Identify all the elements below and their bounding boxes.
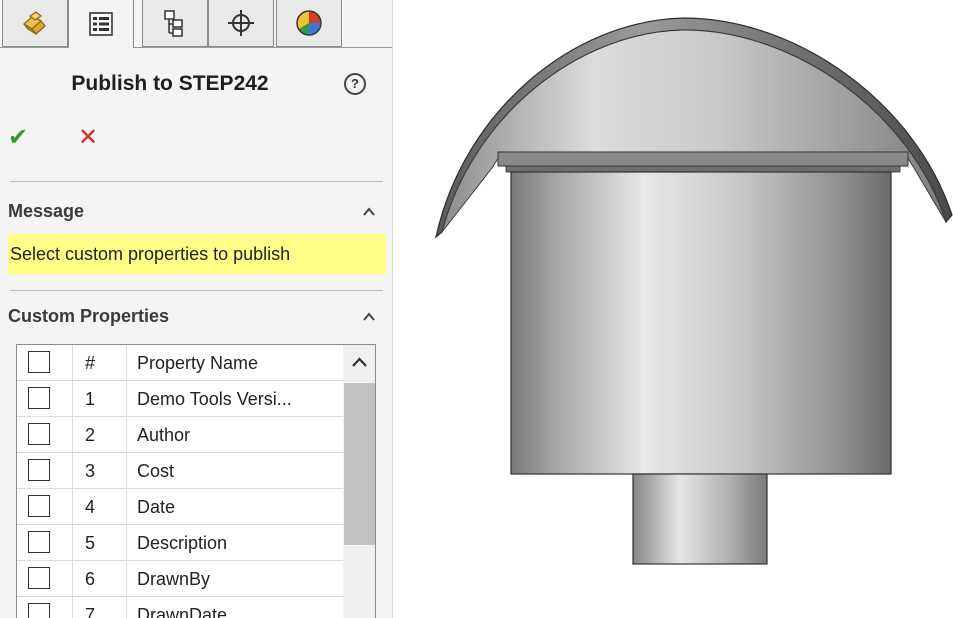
property-manager-panel: Publish to STEP242 ? ✔ ✕ Message Select … [0, 0, 393, 618]
row-checkbox[interactable] [28, 495, 50, 517]
message-text: Select custom properties to publish [8, 234, 386, 274]
help-icon[interactable]: ? [344, 73, 366, 95]
table-row: 2 Author [17, 417, 343, 453]
panel-header: Publish to STEP242 ? [0, 64, 392, 110]
tab-feature-manager[interactable] [2, 0, 68, 47]
property-name: DrawnDate [137, 605, 228, 618]
property-name: Cost [137, 461, 175, 481]
row-checkbox[interactable] [28, 387, 50, 409]
checkbox-cell [17, 489, 73, 525]
chevron-up-icon[interactable] [362, 309, 376, 323]
row-checkbox[interactable] [28, 459, 50, 481]
table-scrollbar[interactable] [343, 345, 375, 618]
row-number: 4 [73, 489, 127, 525]
table-row: 7 DrawnDate [17, 597, 343, 618]
property-name: Description [137, 533, 228, 553]
checkbox-cell [17, 597, 73, 618]
property-name: Date [137, 497, 176, 517]
table-row: 3 Cost [17, 453, 343, 489]
row-checkbox[interactable] [28, 603, 50, 618]
checkbox-cell [17, 525, 73, 561]
property-name: Demo Tools Versi... [137, 389, 292, 409]
scrollbar-thumb[interactable] [344, 383, 375, 545]
row-number: 5 [73, 525, 127, 561]
property-manager-icon [88, 11, 114, 37]
part-model [435, 17, 953, 565]
row-checkbox[interactable] [28, 567, 50, 589]
table-header-row: # Property Name [17, 345, 343, 381]
tab-dimxpert-manager[interactable] [208, 0, 274, 47]
tab-bar-divider [0, 47, 392, 48]
dimxpert-manager-icon [226, 8, 256, 38]
table-row: 4 Date [17, 489, 343, 525]
divider [10, 290, 383, 291]
message-group-title[interactable]: Message [8, 201, 84, 222]
scroll-up-arrow-icon[interactable] [343, 345, 375, 381]
select-all-checkbox[interactable] [28, 351, 50, 373]
manager-tab-bar [0, 0, 392, 48]
tab-property-manager[interactable] [68, 0, 134, 48]
row-checkbox[interactable] [28, 423, 50, 445]
row-number: 7 [73, 597, 127, 618]
divider [10, 181, 383, 182]
ok-check-icon[interactable]: ✔ [8, 122, 34, 152]
configuration-manager-icon [162, 9, 188, 37]
property-name: DrawnBy [137, 569, 211, 589]
tab-configuration-manager[interactable] [142, 0, 208, 47]
chevron-up-icon[interactable] [362, 204, 376, 218]
row-number: 1 [73, 381, 127, 417]
column-header-number[interactable]: # [73, 345, 127, 381]
checkbox-cell [17, 453, 73, 489]
tab-display-manager[interactable] [276, 0, 342, 47]
feature-manager-icon [20, 8, 50, 38]
table-row: 5 Description [17, 525, 343, 561]
row-number: 3 [73, 453, 127, 489]
header-checkbox-cell [17, 345, 73, 381]
checkbox-cell [17, 561, 73, 597]
display-manager-icon [294, 8, 324, 38]
graphics-viewport[interactable] [394, 0, 953, 618]
table-row: 6 DrawnBy [17, 561, 343, 597]
cancel-x-icon[interactable]: ✕ [78, 122, 104, 152]
column-header-property-name[interactable]: Property Name [127, 345, 343, 381]
table-row: 1 Demo Tools Versi... [17, 381, 343, 417]
property-name: Author [137, 425, 191, 445]
checkbox-cell [17, 381, 73, 417]
custom-properties-group-title[interactable]: Custom Properties [8, 306, 169, 327]
row-number: 6 [73, 561, 127, 597]
custom-properties-table: # Property Name 1 Demo Tools Versi... 2 … [16, 344, 376, 618]
checkbox-cell [17, 417, 73, 453]
row-checkbox[interactable] [28, 531, 50, 553]
page-title: Publish to STEP242 [71, 72, 269, 95]
row-number: 2 [73, 417, 127, 453]
